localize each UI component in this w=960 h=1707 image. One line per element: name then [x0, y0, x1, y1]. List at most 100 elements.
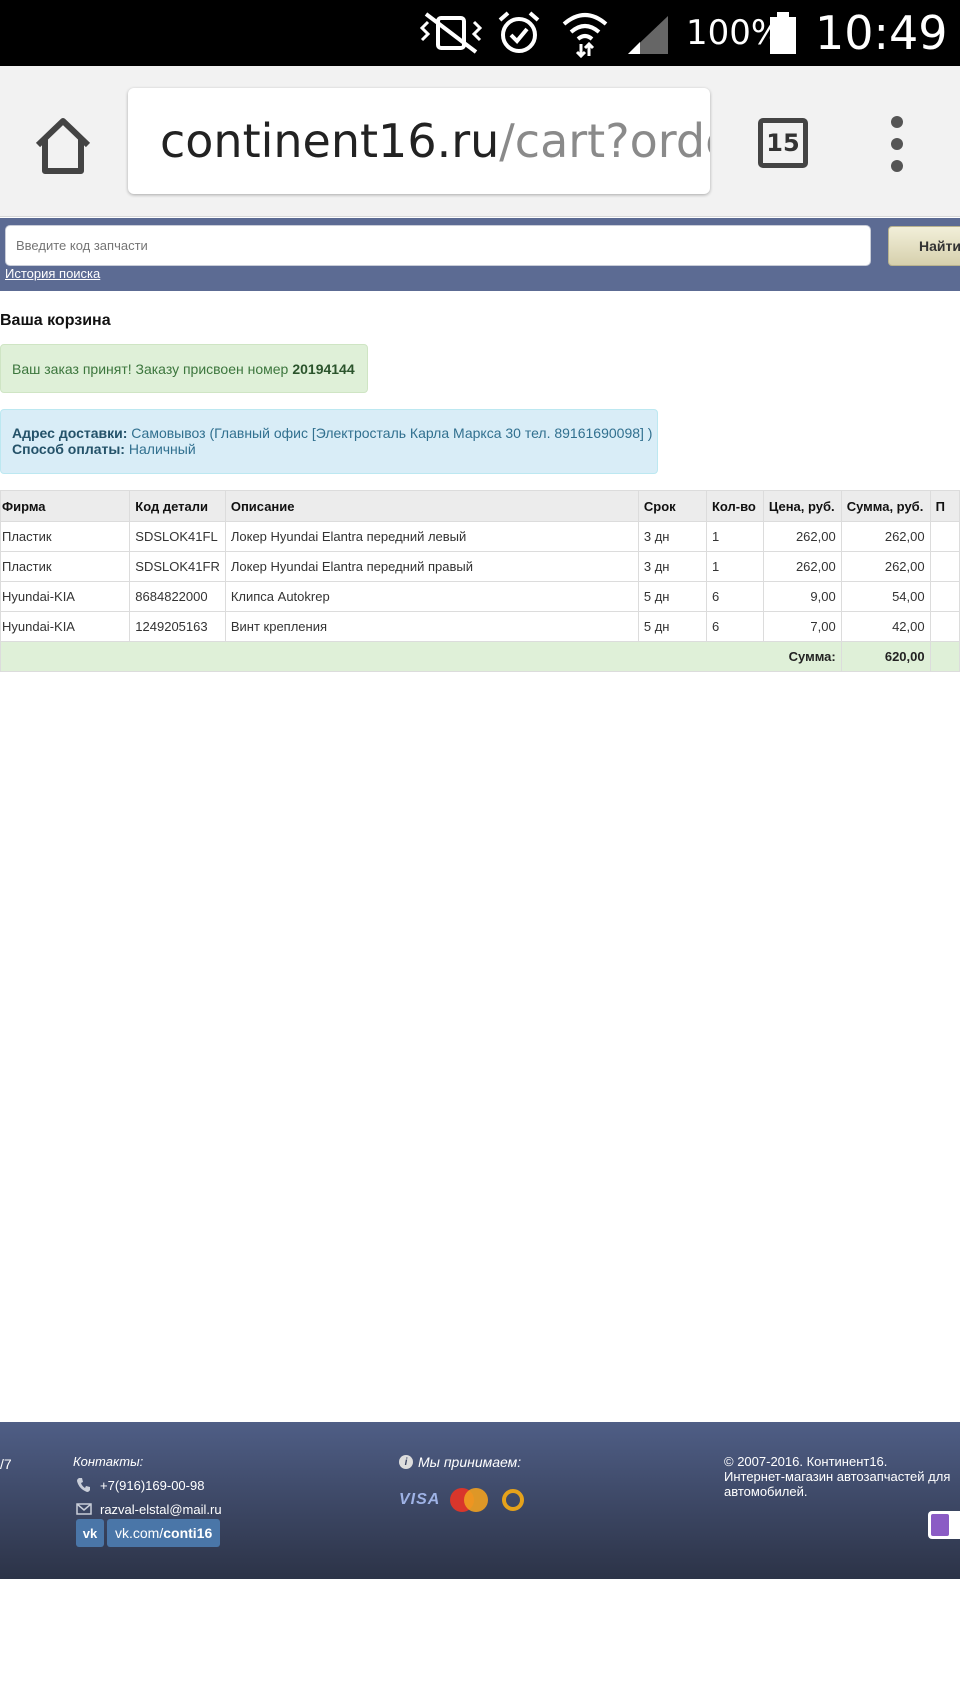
cell-sum: 42,00 — [840, 611, 931, 642]
cell-part-code: 8684822000 — [129, 581, 226, 612]
cell-brand: Hyundai-KIA — [0, 581, 131, 612]
overflow-menu-icon[interactable] — [882, 116, 912, 172]
cell-sum: 54,00 — [840, 581, 931, 612]
find-button[interactable]: Найти — [888, 226, 960, 266]
home-icon[interactable] — [30, 113, 96, 179]
cell-part-code: SDSLOK41FL — [129, 521, 226, 552]
cell-description: Локер Hyundai Elantra передний правый — [224, 551, 639, 582]
phone-number: +7(916)169-00-98 — [100, 1477, 205, 1493]
table-row: Hyundai-KIA 1249205163 Винт крепления 5 … — [0, 611, 960, 642]
payment-label: Способ оплаты: — [12, 441, 125, 457]
contacts-label: Контакты: — [73, 1454, 144, 1469]
table-row: Пластик SDSLOK41FR Локер Hyundai Elantra… — [0, 551, 960, 582]
wifi-icon — [562, 13, 608, 58]
site-footer: /7 Контакты: +7(916)169-00-98 razval-els… — [0, 1422, 960, 1579]
stats-counter-icon[interactable] — [928, 1511, 960, 1539]
cell-price: 262,00 — [762, 551, 842, 582]
mail-icon — [76, 1503, 92, 1515]
delivery-row: Адрес доставки: Самовывоз (Главный офис … — [12, 425, 657, 441]
address-bar[interactable]: continent16.ru/cart?orderco — [128, 88, 710, 194]
order-items-table: Фирма Код детали Описание Срок Кол-во Це… — [0, 490, 960, 672]
payment-methods-label: i Мы принимаем: — [399, 1454, 521, 1470]
cell-price: 7,00 — [762, 611, 842, 642]
tab-switcher-button[interactable]: 15 — [758, 118, 808, 168]
copyright: © 2007-2016. Континент16. Интернет-магаз… — [724, 1454, 954, 1499]
url-path: /cart?orderco — [499, 114, 710, 168]
header-extra: П — [929, 490, 960, 522]
header-description: Описание — [224, 490, 639, 522]
total-label: Сумма: — [0, 641, 842, 672]
cell-description: Винт крепления — [224, 611, 639, 642]
cell-term: 5 дн — [637, 581, 707, 612]
cell-sum: 262,00 — [840, 551, 931, 582]
cell-sum: 262,00 — [840, 521, 931, 552]
order-number: 20194144 — [292, 360, 355, 377]
order-info-alert: Адрес доставки: Самовывоз (Главный офис … — [0, 409, 658, 474]
header-term: Срок — [637, 490, 707, 522]
table-row: Hyundai-KIA 8684822000 Клипса Autokrep 5… — [0, 581, 960, 612]
url-domain: continent16.ru — [160, 114, 500, 168]
cell-term: 3 дн — [637, 521, 707, 552]
order-success-alert: Ваш заказ принят! Заказу присвоен номер … — [0, 344, 368, 393]
cell-description: Клипса Autokrep — [224, 581, 639, 612]
cell-price: 262,00 — [762, 521, 842, 552]
site-search-bar: Найти История поиска — [0, 218, 960, 291]
header-price: Цена, руб. — [762, 490, 842, 522]
phone-icon — [77, 1478, 90, 1492]
qiwi-icon — [502, 1489, 525, 1511]
cell-extra — [929, 521, 960, 552]
accept-label: Мы принимаем: — [418, 1454, 522, 1470]
status-bar: 100% 10:49 — [0, 0, 960, 66]
table-row: Пластик SDSLOK41FL Локер Hyundai Elantra… — [0, 521, 960, 552]
vk-prefix: vk.com/ — [115, 1525, 164, 1541]
cell-part-code: SDSLOK41FR — [129, 551, 226, 582]
payment-row: Способ оплаты: Наличный — [12, 441, 657, 457]
footer-email[interactable]: razval-elstal@mail.ru — [76, 1498, 222, 1520]
search-history-link[interactable]: История поиска — [5, 266, 100, 281]
mute-vibrate-icon — [420, 12, 482, 54]
cell-quantity: 6 — [705, 581, 764, 612]
cell-quantity: 6 — [705, 611, 764, 642]
header-brand: Фирма — [0, 490, 131, 522]
cell-price: 9,00 — [762, 581, 842, 612]
header-quantity: Кол-во — [705, 490, 764, 522]
cell-brand: Hyundai-KIA — [0, 611, 131, 642]
header-part-code: Код детали — [129, 490, 226, 522]
signal-icon — [628, 16, 668, 54]
cell-extra — [929, 581, 960, 612]
cell-quantity: 1 — [705, 551, 764, 582]
cell-term: 3 дн — [637, 551, 707, 582]
payment-value: Наличный — [128, 441, 196, 457]
vk-handle: conti16 — [163, 1525, 213, 1541]
header-sum: Сумма, руб. — [840, 490, 931, 522]
vk-link-text: vk.com/conti16 — [107, 1519, 221, 1547]
copyright-line-2: Интернет-магазин автозапчастей для автом… — [724, 1469, 951, 1499]
cell-part-code: 1249205163 — [129, 611, 226, 642]
cell-extra — [929, 611, 960, 642]
cell-brand: Пластик — [0, 521, 131, 552]
mastercard-icon — [450, 1488, 489, 1512]
battery-icon — [770, 12, 796, 54]
alarm-icon — [498, 11, 540, 53]
cell-quantity: 1 — [705, 521, 764, 552]
payment-icons: VISA — [399, 1488, 525, 1512]
vk-link[interactable]: vk vk.com/conti16 — [76, 1519, 221, 1547]
browser-toolbar: continent16.ru/cart?orderco 15 — [0, 66, 960, 217]
vk-icon: vk — [76, 1519, 104, 1547]
cell-term: 5 дн — [637, 611, 707, 642]
email-address: razval-elstal@mail.ru — [100, 1501, 222, 1517]
table-total-row: Сумма: 620,00 — [0, 641, 960, 672]
total-extra — [929, 641, 960, 672]
page-title: Ваша корзина — [0, 312, 111, 329]
part-code-search-input[interactable] — [5, 225, 871, 266]
footer-left-fragment: /7 — [0, 1456, 12, 1472]
delivery-label: Адрес доставки: — [12, 425, 128, 441]
total-value: 620,00 — [840, 641, 931, 672]
copyright-line-1: © 2007-2016. Континент16. — [724, 1454, 888, 1469]
visa-icon: VISA — [399, 1491, 441, 1508]
footer-phone[interactable]: +7(916)169-00-98 — [76, 1474, 204, 1496]
order-success-text: Ваш заказ принят! Заказу присвоен номер — [12, 360, 289, 377]
info-icon: i — [399, 1455, 413, 1469]
clock-time: 10:49 — [815, 6, 948, 60]
cell-extra — [929, 551, 960, 582]
